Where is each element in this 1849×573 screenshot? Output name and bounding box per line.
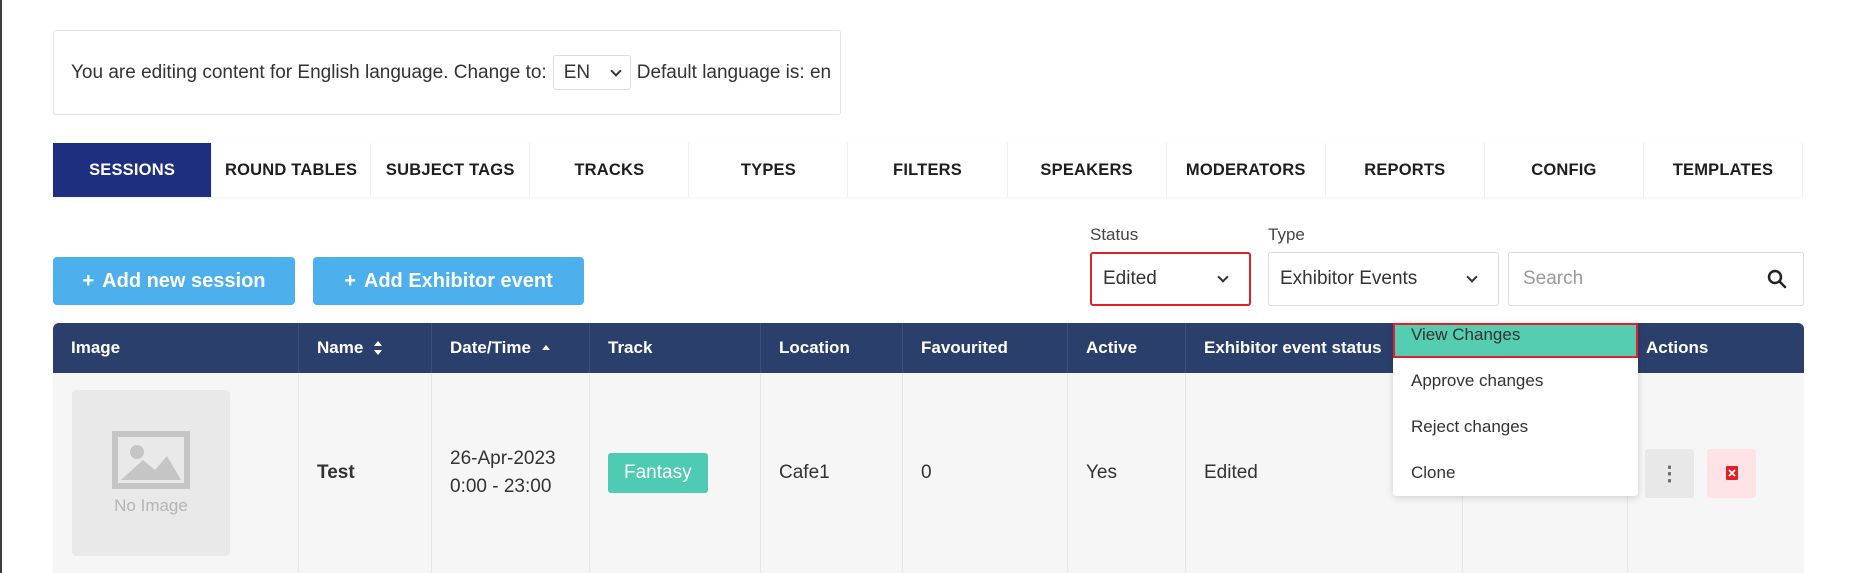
- tab-subject-tags[interactable]: SUBJECT TAGS: [371, 143, 531, 197]
- column-header-label: Actions: [1646, 338, 1709, 357]
- cell-datetime: 26-Apr-2023 0:00 - 23:00: [432, 373, 590, 573]
- column-header-label: Location: [779, 338, 850, 357]
- add-new-session-button[interactable]: + Add new session: [53, 257, 295, 305]
- tab-sessions[interactable]: SESSIONS: [53, 143, 213, 197]
- add-exhibitor-event-label: Add Exhibitor event: [363, 269, 553, 292]
- column-header-label: Exhibitor event status: [1204, 338, 1382, 357]
- cell-name: Test: [299, 373, 432, 573]
- language-select[interactable]: EN: [552, 55, 631, 90]
- language-prefix-text: You are editing content for English lang…: [71, 61, 547, 83]
- tab-speakers[interactable]: SPEAKERS: [1007, 143, 1167, 197]
- cell-active: Yes: [1068, 373, 1186, 573]
- column-header-track: Track: [590, 323, 761, 373]
- image-icon: [112, 431, 190, 489]
- language-suffix-text: Default language is: en: [636, 61, 832, 83]
- tab-filters[interactable]: FILTERS: [848, 143, 1008, 197]
- no-image-text: No Image: [114, 496, 188, 515]
- session-location: Cafe1: [779, 462, 830, 483]
- column-header-label: Image: [71, 338, 121, 357]
- menu-item-view-changes[interactable]: View Changes: [1393, 323, 1638, 358]
- tab-moderators[interactable]: MODERATORS: [1166, 143, 1326, 197]
- window-edge: [0, 0, 2, 573]
- language-select-value: EN: [563, 61, 591, 83]
- tab-templates[interactable]: TEMPLATES: [1643, 143, 1804, 197]
- tab-types[interactable]: TYPES: [689, 143, 849, 197]
- sort-ascending-icon[interactable]: [541, 344, 551, 352]
- kebab-icon: ⋮: [1659, 462, 1680, 485]
- column-header-label: Favourited: [921, 338, 1008, 357]
- status-select-value: Edited: [1103, 268, 1157, 289]
- favourited-count: 0: [921, 462, 932, 483]
- more-actions-button[interactable]: ⋮: [1645, 448, 1694, 498]
- actions-dropdown-menu: View Changes Approve changes Reject chan…: [1393, 323, 1638, 496]
- column-header-favourited: Favourited: [903, 323, 1068, 373]
- session-date: 26-Apr-2023: [450, 448, 556, 469]
- chevron-down-icon: [1217, 271, 1229, 283]
- plus-icon: +: [82, 269, 95, 292]
- sort-icon[interactable]: [373, 340, 383, 356]
- chevron-down-icon: [610, 64, 622, 77]
- search-icon: [1767, 269, 1786, 289]
- cell-track: Fantasy: [590, 373, 761, 573]
- tab-reports[interactable]: REPORTS: [1325, 143, 1485, 197]
- delete-button[interactable]: [1707, 448, 1756, 498]
- delete-icon: [1725, 466, 1738, 480]
- section-tabs: SESSIONS ROUND TABLES SUBJECT TAGS TRACK…: [53, 143, 1804, 197]
- cell-actions: ⋮: [1628, 373, 1804, 573]
- language-bar: You are editing content for English lang…: [53, 30, 841, 115]
- type-filter-label: Type: [1268, 225, 1305, 244]
- exhibitor-status-value: Edited: [1204, 462, 1258, 483]
- column-header-label: Track: [608, 338, 653, 357]
- add-new-session-label: Add new session: [102, 269, 266, 292]
- type-select[interactable]: Exhibitor Events: [1268, 252, 1499, 306]
- menu-item-reject-changes[interactable]: Reject changes: [1393, 404, 1638, 450]
- column-header-label: Active: [1086, 338, 1138, 357]
- cell-location: Cafe1: [761, 373, 903, 573]
- status-filter-label: Status: [1090, 225, 1139, 244]
- column-header-label: Name: [317, 338, 364, 357]
- menu-item-approve-changes[interactable]: Approve changes: [1393, 358, 1638, 404]
- column-header-label: Date/Time: [450, 338, 531, 357]
- no-image-placeholder: No Image: [72, 390, 230, 556]
- plus-icon: +: [344, 269, 356, 292]
- session-time: 0:00 - 23:00: [450, 476, 552, 497]
- type-select-value: Exhibitor Events: [1280, 268, 1418, 289]
- track-badge: Fantasy: [608, 453, 708, 493]
- session-name: Test: [317, 462, 355, 483]
- tab-round-tables[interactable]: ROUND TABLES: [212, 143, 372, 197]
- tab-config[interactable]: CONFIG: [1484, 143, 1644, 197]
- column-header-datetime[interactable]: Date/Time: [432, 323, 590, 373]
- menu-item-clone[interactable]: Clone: [1393, 450, 1638, 496]
- status-select[interactable]: Edited: [1090, 252, 1251, 306]
- column-header-actions: Actions: [1628, 323, 1804, 373]
- cell-image: No Image: [53, 373, 299, 573]
- cell-favourited: 0: [903, 373, 1068, 573]
- column-header-location: Location: [761, 323, 903, 373]
- search-button[interactable]: [1750, 252, 1804, 306]
- column-header-image: Image: [53, 323, 299, 373]
- tab-tracks[interactable]: TRACKS: [530, 143, 690, 197]
- chevron-down-icon: [1466, 271, 1478, 283]
- column-header-active: Active: [1068, 323, 1186, 373]
- add-exhibitor-event-button[interactable]: + Add Exhibitor event: [313, 257, 584, 305]
- active-value: Yes: [1086, 462, 1117, 483]
- column-header-name[interactable]: Name: [299, 323, 432, 373]
